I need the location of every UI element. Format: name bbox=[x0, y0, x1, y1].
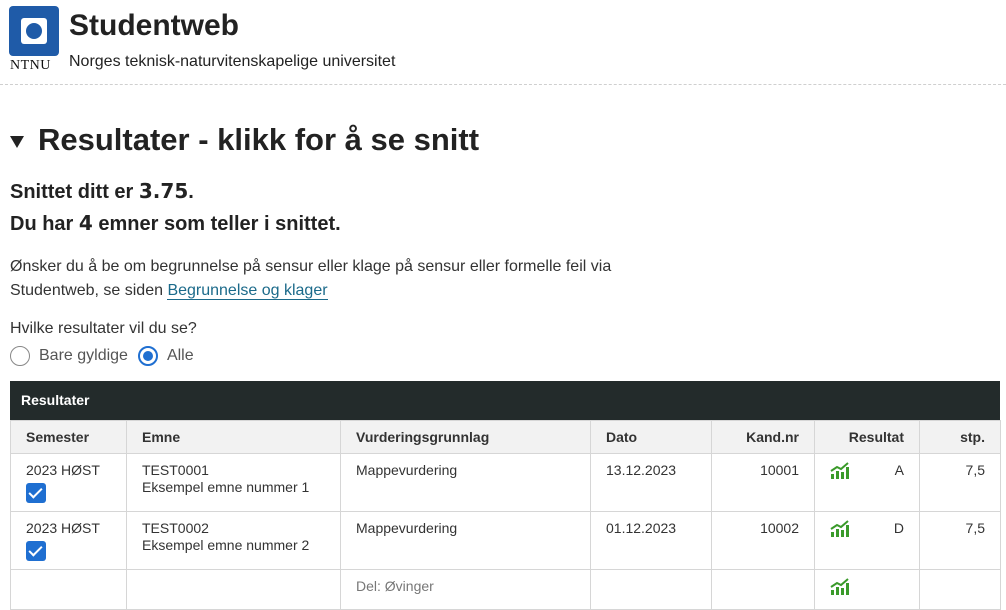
grade: D bbox=[893, 520, 904, 536]
include-checkbox[interactable] bbox=[26, 483, 46, 503]
course-code: TEST0002 bbox=[142, 520, 209, 536]
radio-valid-only[interactable]: Bare gyldige bbox=[10, 346, 128, 366]
results-section-toggle[interactable]: Resultater - klikk for å se snitt bbox=[10, 122, 479, 158]
semester-text: 2023 HØST bbox=[26, 462, 100, 478]
logo-text: NTNU bbox=[10, 58, 51, 73]
grade-chart-icon[interactable] bbox=[830, 578, 850, 596]
cell-credits: 7,5 bbox=[919, 511, 1001, 570]
results-table-wrapper: Resultater Semester Emne Vurderingsgrunn… bbox=[10, 381, 1001, 610]
include-checkbox[interactable] bbox=[26, 541, 46, 561]
app-header: NTNU Studentweb Norges teknisk-naturvite… bbox=[0, 0, 1006, 85]
course-name: Eksempel emne nummer 1 bbox=[142, 479, 310, 495]
filter-question: Hvilke resultater vil du se? bbox=[10, 320, 197, 337]
avg-prefix: Snittet ditt er bbox=[10, 181, 139, 203]
col-emne: Emne bbox=[126, 420, 341, 454]
cell-empty bbox=[126, 569, 341, 610]
radio-label: Alle bbox=[166, 347, 194, 364]
grade-chart-icon[interactable] bbox=[830, 462, 850, 480]
cell-credits: 7,5 bbox=[919, 453, 1001, 512]
radio-label: Bare gyldige bbox=[39, 347, 128, 364]
cell-result: D bbox=[814, 511, 920, 570]
cell-result bbox=[814, 569, 920, 610]
radio-all[interactable]: Alle bbox=[137, 346, 194, 366]
cell-semester: 2023 HØST bbox=[10, 453, 127, 512]
semester-text: 2023 HØST bbox=[26, 520, 100, 536]
cell-date: 13.12.2023 bbox=[590, 453, 712, 512]
grade: A bbox=[894, 462, 904, 478]
cell-candidate: 10001 bbox=[711, 453, 815, 512]
ntnu-logo[interactable] bbox=[9, 6, 59, 56]
cell-empty bbox=[711, 569, 815, 610]
info-line-1: Ønsker du å be om begrunnelse på sensur … bbox=[10, 258, 612, 275]
radio-button-selected[interactable] bbox=[137, 346, 158, 366]
avg-value: 3.75 bbox=[138, 179, 189, 203]
col-resultat: Resultat bbox=[814, 420, 920, 454]
table-title: Resultater bbox=[10, 381, 1000, 420]
count-suffix: emner som teller i snittet. bbox=[92, 213, 341, 235]
col-vurdering: Vurderingsgrunnlag bbox=[340, 420, 591, 454]
app-title[interactable]: Studentweb bbox=[69, 9, 239, 43]
cell-emne: TEST0001 Eksempel emne nummer 1 bbox=[126, 453, 341, 512]
cell-basis: Mappevurdering bbox=[340, 453, 591, 512]
cell-part-basis: Del: Øvinger bbox=[340, 569, 591, 610]
complaints-link[interactable]: Begrunnelse og klager bbox=[167, 282, 328, 300]
cell-semester: 2023 HØST bbox=[10, 511, 127, 570]
filter-radio-group: Bare gyldige Alle bbox=[10, 346, 204, 366]
col-kandnr: Kand.nr bbox=[711, 420, 815, 454]
col-dato: Dato bbox=[590, 420, 712, 454]
complaint-info: Ønsker du å be om begrunnelse på sensur … bbox=[10, 255, 611, 303]
avg-suffix: . bbox=[188, 181, 194, 203]
table-subrow: Del: Øvinger bbox=[10, 569, 1001, 610]
count-value: 4 bbox=[78, 211, 93, 235]
cell-empty bbox=[919, 569, 1001, 610]
cell-candidate: 10002 bbox=[711, 511, 815, 570]
average-summary: Snittet ditt er 3.75. Du har 4 emner som… bbox=[10, 176, 341, 240]
radio-button[interactable] bbox=[10, 346, 30, 366]
table-row: 2023 HØST TEST0002 Eksempel emne nummer … bbox=[10, 511, 1001, 570]
cell-empty bbox=[10, 569, 127, 610]
section-title: Resultater - klikk for å se snitt bbox=[38, 122, 480, 157]
info-line-2: Studentweb, se siden bbox=[10, 282, 168, 299]
caret-down-icon bbox=[10, 136, 24, 148]
cell-emne: TEST0002 Eksempel emne nummer 2 bbox=[126, 511, 341, 570]
grade-chart-icon[interactable] bbox=[830, 520, 850, 538]
app-subtitle: Norges teknisk-naturvitenskapelige unive… bbox=[69, 53, 396, 70]
cell-empty bbox=[590, 569, 712, 610]
col-semester: Semester bbox=[10, 420, 127, 454]
cell-result: A bbox=[814, 453, 920, 512]
count-prefix: Du har bbox=[10, 213, 79, 235]
cell-date: 01.12.2023 bbox=[590, 511, 712, 570]
results-table: Semester Emne Vurderingsgrunnlag Dato Ka… bbox=[10, 420, 1001, 610]
table-row: 2023 HØST TEST0001 Eksempel emne nummer … bbox=[10, 453, 1001, 512]
cell-basis: Mappevurdering bbox=[340, 511, 591, 570]
col-stp: stp. bbox=[919, 420, 1001, 454]
table-header-row: Semester Emne Vurderingsgrunnlag Dato Ka… bbox=[10, 420, 1001, 454]
course-code: TEST0001 bbox=[142, 462, 209, 478]
course-name: Eksempel emne nummer 2 bbox=[142, 537, 310, 553]
